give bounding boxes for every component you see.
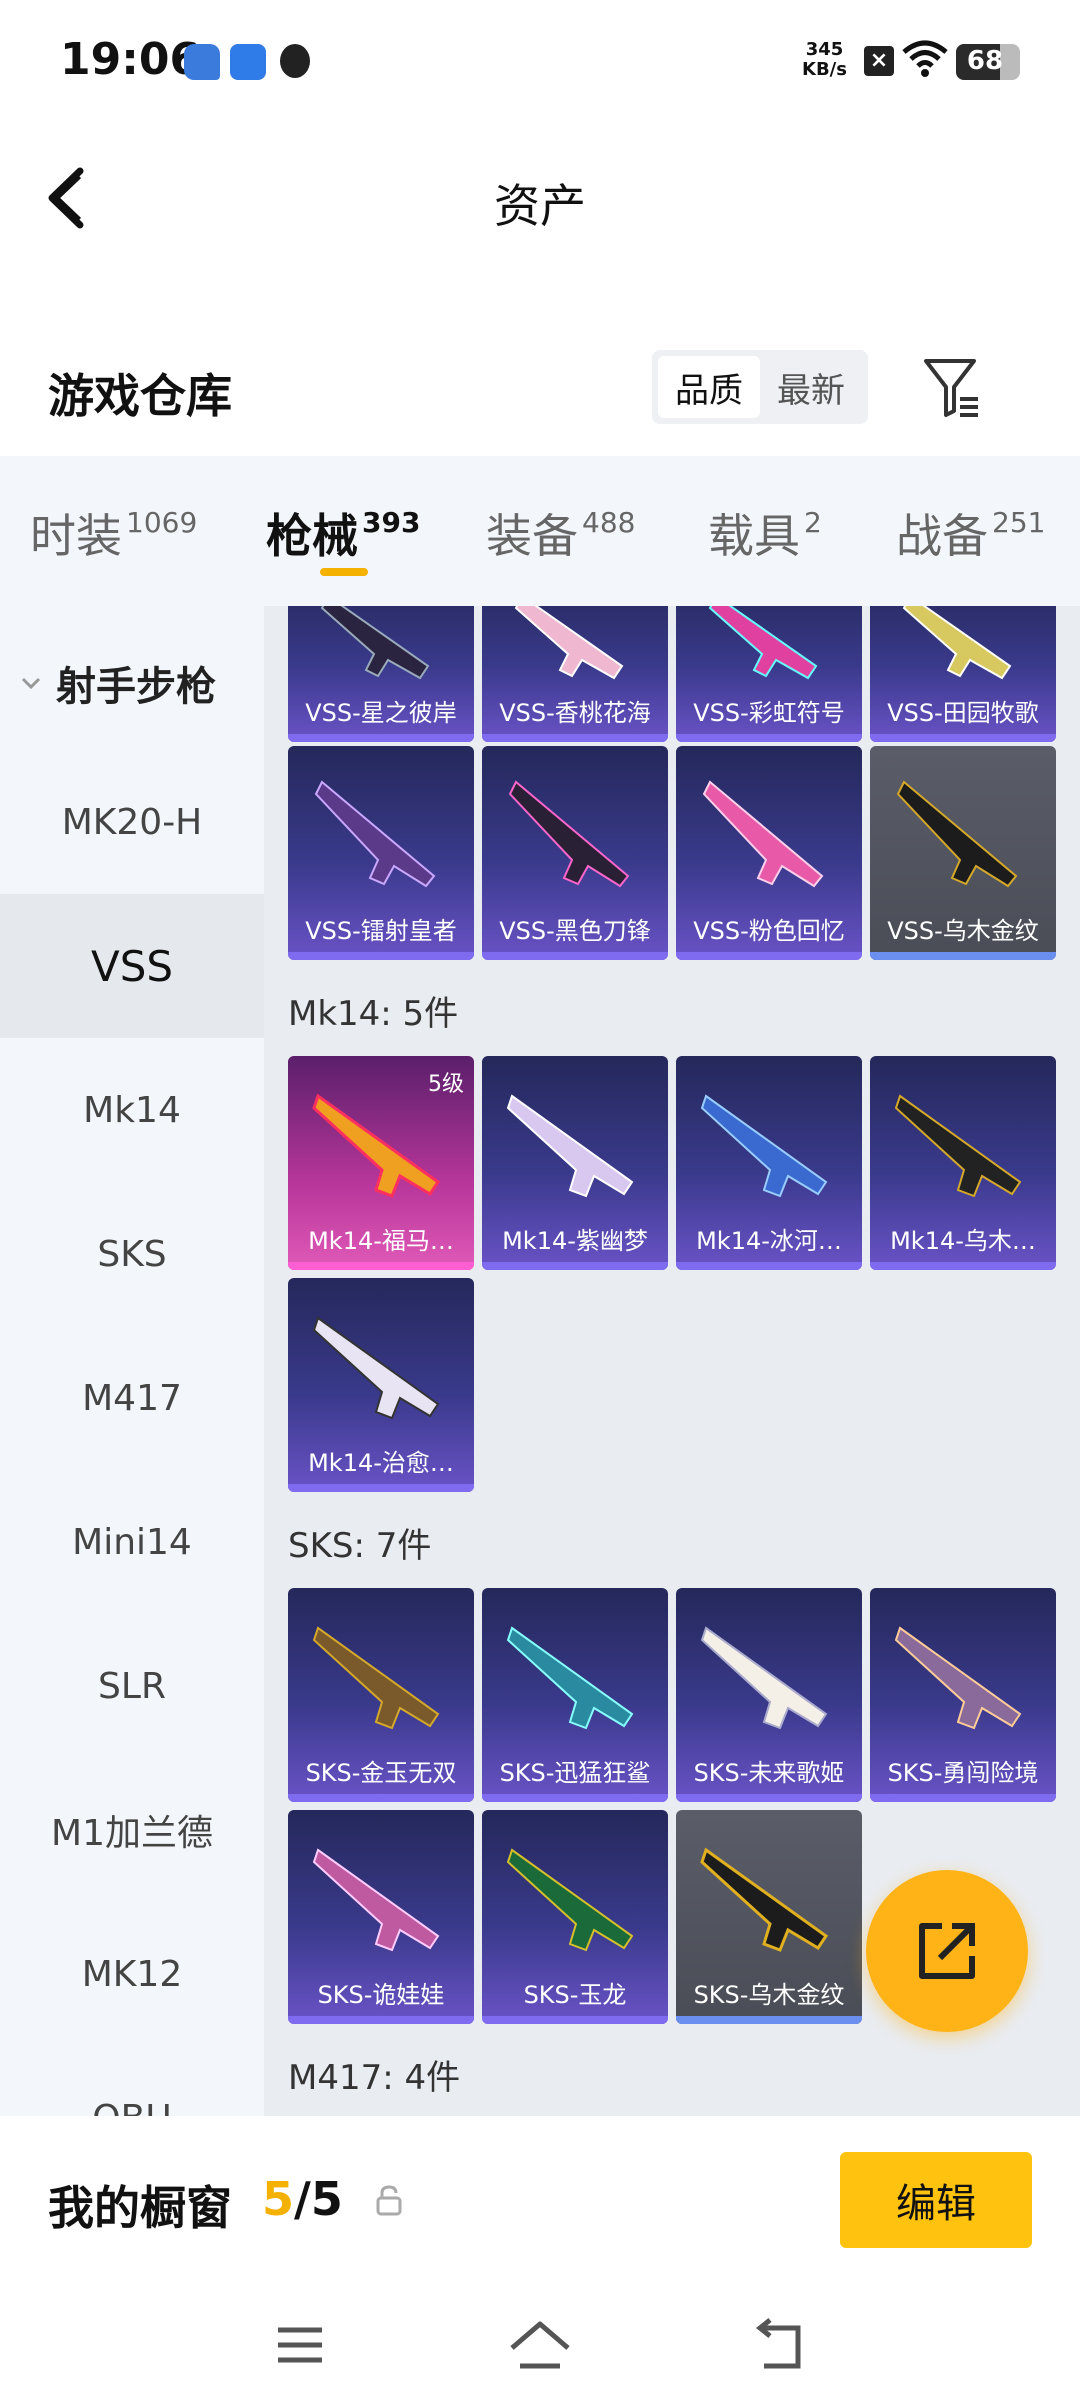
- tab-vehicles[interactable]: 载具 2: [708, 500, 822, 566]
- network-speed: 345 KB/s: [802, 39, 847, 80]
- sort-toggle: 品质 最新: [652, 350, 868, 424]
- menu-icon[interactable]: [260, 2310, 340, 2380]
- skin-card[interactable]: VSS-镭射皇者: [288, 746, 474, 960]
- skin-card[interactable]: SKS-乌木金纹: [676, 1810, 862, 2024]
- rifle-icon: [700, 1626, 828, 1730]
- sidebar-item-qbu[interactable]: QBU: [0, 2046, 264, 2117]
- lock-icon: [376, 2185, 402, 2216]
- skin-card[interactable]: Mk14-紫幽梦: [482, 1056, 668, 1270]
- share-fab[interactable]: [866, 1870, 1028, 2032]
- status-bar: 19:06 345 KB/s × 68: [0, 0, 1080, 120]
- rifle-icon: [320, 606, 430, 680]
- rifle-icon: [894, 1626, 1022, 1730]
- rifle-icon: [312, 1093, 441, 1198]
- battery-icon: 68: [956, 44, 1020, 80]
- app-notification-icon: [184, 44, 220, 80]
- warehouse-title: 游戏仓库: [48, 369, 232, 423]
- filter-icon[interactable]: [920, 355, 984, 419]
- skin-card[interactable]: SKS-玉龙: [482, 1810, 668, 2024]
- rifle-icon: [506, 1848, 634, 1952]
- tab-equipment[interactable]: 装备 488: [486, 500, 635, 566]
- status-time: 19:06: [60, 34, 201, 85]
- rifle-icon: [514, 606, 624, 680]
- showcase-count: 5/5: [262, 2172, 343, 2226]
- sidebar-item-mk14[interactable]: Mk14: [0, 1038, 264, 1182]
- skin-card[interactable]: VSS-粉色回忆: [676, 746, 862, 960]
- showcase-bar: 我的橱窗 5/5 编辑: [0, 2116, 1080, 2286]
- edit-button[interactable]: 编辑: [840, 2152, 1032, 2248]
- showcase-label: 我的橱窗: [48, 2181, 232, 2235]
- qq-penguin-icon: [280, 44, 310, 78]
- sidebar-item-m417[interactable]: M417: [0, 1326, 264, 1470]
- rifle-icon: [902, 606, 1012, 680]
- tab-fashion[interactable]: 时装 1069: [30, 500, 197, 566]
- skin-card[interactable]: SKS-未来歌姬: [676, 1588, 862, 1802]
- rifle-icon: [506, 1626, 634, 1730]
- skin-card[interactable]: VSS-黑色刀锋: [482, 746, 668, 960]
- sort-quality-button[interactable]: 品质: [658, 356, 760, 418]
- rifle-icon: [314, 780, 436, 888]
- tab-supplies[interactable]: 战备 251: [896, 500, 1045, 566]
- sidebar-item-vss[interactable]: VSS: [0, 894, 264, 1038]
- skin-card[interactable]: VSS-田园牧歌: [870, 606, 1056, 742]
- skin-card[interactable]: VSS-香桃花海: [482, 606, 668, 742]
- sort-newest-button[interactable]: 最新: [760, 356, 862, 418]
- page-title: 资产: [494, 179, 586, 233]
- home-icon[interactable]: [500, 2310, 580, 2380]
- wifi-icon: [902, 40, 948, 77]
- skin-card[interactable]: Mk14-治愈…: [288, 1278, 474, 1492]
- active-tab-indicator: [320, 568, 368, 576]
- rifle-icon: [312, 1626, 440, 1730]
- rifle-icon: [506, 1094, 634, 1198]
- skin-card[interactable]: SKS-迅猛狂鲨: [482, 1588, 668, 1802]
- share-export-icon: [919, 1923, 975, 1979]
- rifle-icon: [312, 1316, 440, 1420]
- section-title-mk14: Mk14: 5件: [288, 994, 459, 1034]
- skin-card[interactable]: 5级 Mk14-福马…: [288, 1056, 474, 1270]
- back-nav-icon[interactable]: [740, 2310, 820, 2380]
- chevron-down-icon: [21, 677, 41, 690]
- skin-card[interactable]: Mk14-乌木…: [870, 1056, 1056, 1270]
- rifle-icon: [508, 780, 630, 888]
- sidebar-item-sks[interactable]: SKS: [0, 1182, 264, 1326]
- skin-card[interactable]: Mk14-冰河…: [676, 1056, 862, 1270]
- rifle-icon: [894, 1094, 1022, 1198]
- rifle-icon: [896, 780, 1018, 888]
- skin-card[interactable]: SKS-诡娃娃: [288, 1810, 474, 2024]
- section-title-sks: SKS: 7件: [288, 1526, 432, 1566]
- sidebar-item-mk12[interactable]: MK12: [0, 1902, 264, 2046]
- tab-guns[interactable]: 枪械 393: [266, 500, 420, 566]
- sidebar-item-slr[interactable]: SLR: [0, 1614, 264, 1758]
- sidebar-item-m1-garand[interactable]: M1加兰德: [0, 1758, 264, 1902]
- category-tabs: 时装 1069 枪械 393 装备 488 载具 2 战备 251: [0, 456, 1080, 606]
- skin-card[interactable]: VSS-乌木金纹: [870, 746, 1056, 960]
- rifle-icon: [312, 1848, 440, 1952]
- rifle-icon: [702, 780, 824, 888]
- skin-card[interactable]: SKS-金玉无双: [288, 1588, 474, 1802]
- rifle-icon: [700, 1847, 829, 1952]
- skin-card[interactable]: SKS-勇闯险境: [870, 1588, 1056, 1802]
- system-nav-bar: [0, 2286, 1080, 2408]
- sidebar-item-mini14[interactable]: Mini14: [0, 1470, 264, 1614]
- skin-card[interactable]: VSS-星之彼岸: [288, 606, 474, 742]
- section-title-m417: M417: 4件: [288, 2058, 461, 2098]
- rifle-icon: [700, 1094, 828, 1198]
- notification-icons: [184, 44, 310, 80]
- rifle-icon: [708, 606, 818, 680]
- sidebar-item-mk20h[interactable]: MK20-H: [0, 750, 264, 894]
- weapon-sidebar: 射手步枪 MK20-H VSS Mk14 SKS M417 Mini14 SLR…: [0, 606, 264, 2116]
- no-sim-icon: ×: [864, 46, 894, 76]
- app-notification-icon: [230, 44, 266, 80]
- skin-card[interactable]: VSS-彩虹符号: [676, 606, 862, 742]
- sidebar-group-marksman[interactable]: 射手步枪: [20, 654, 216, 712]
